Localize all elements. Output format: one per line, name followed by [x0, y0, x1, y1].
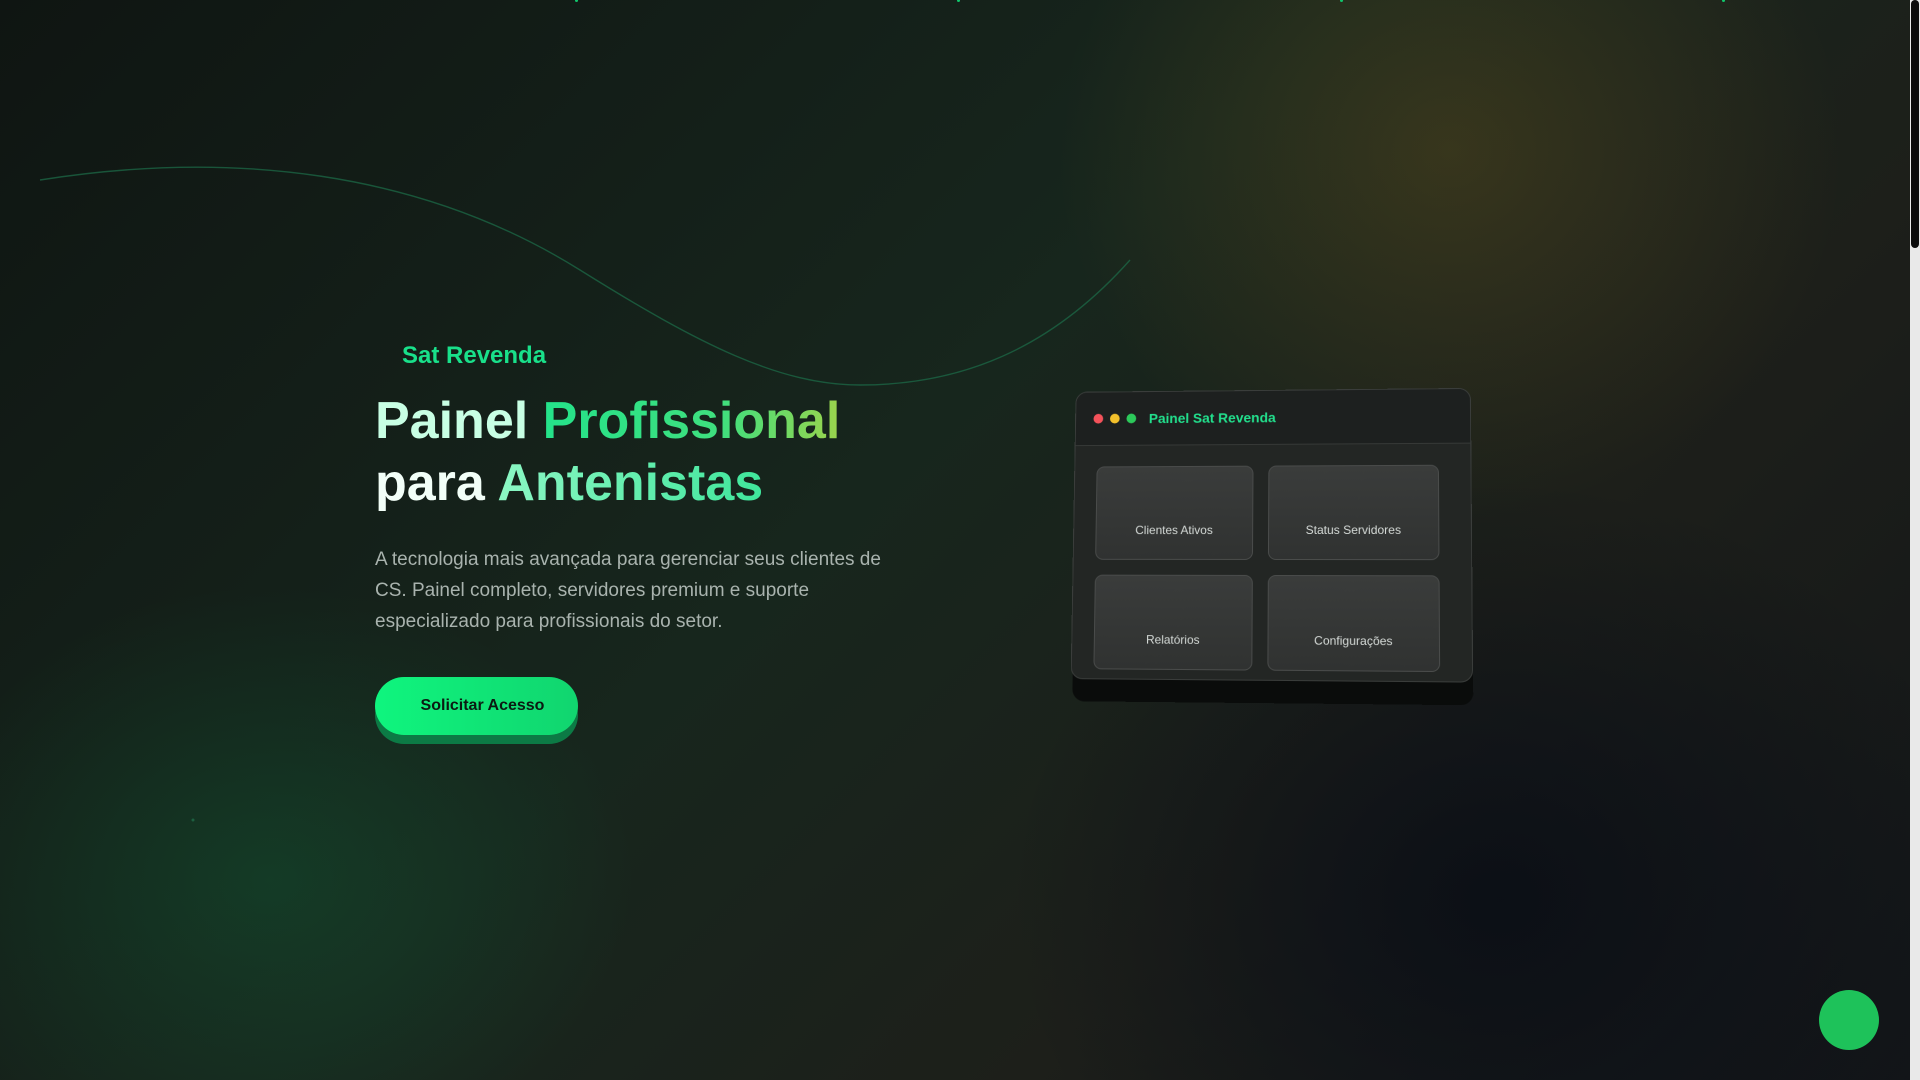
card-relatorios[interactable]: Relatórios [1093, 574, 1253, 671]
landing-page: Sat Revenda Painel Profissional para Ant… [0, 0, 1920, 1080]
dashboard-preview-window: Painel Sat Revenda Clientes Ativos Statu… [1070, 387, 1474, 683]
window-minimize-dot [1109, 413, 1120, 424]
hero-description: A tecnologia mais avançada para gerencia… [375, 549, 881, 632]
decorative-curve [39, 166, 1131, 822]
page-scrollbar[interactable] [1910, 0, 1920, 1080]
card-configuracoes[interactable]: Configurações [1267, 574, 1441, 673]
dashboard-card-grid: Clientes Ativos Status Servidores Relató… [1093, 464, 1457, 673]
dashboard-preview-title: Painel Sat Revenda [1148, 409, 1276, 427]
headline-word-painel: Painel [375, 392, 543, 450]
card-clientes-ativos[interactable]: Clientes Ativos [1095, 465, 1254, 560]
top-decoration [0, 0, 1920, 4]
headline-word-antenistas: Antenistas [497, 454, 764, 512]
scrollbar-thumb[interactable] [1911, 0, 1919, 248]
dashboard-preview: Painel Sat Revenda Clientes Ativos Statu… [1070, 387, 1474, 706]
headline-word-profissional: Profissional [542, 392, 841, 450]
hero-section: Sat Revenda Painel Profissional para Ant… [375, 336, 935, 735]
request-access-button[interactable]: Solicitar Acesso [375, 677, 578, 735]
window-close-dot [1093, 413, 1104, 424]
dashboard-preview-header: Painel Sat Revenda [1075, 388, 1471, 447]
window-maximize-dot [1126, 413, 1137, 424]
headline-word-para: para [375, 454, 498, 512]
hero-headline: Painel Profissional para Antenistas [375, 390, 935, 514]
request-access-label: Solicitar Acesso [420, 697, 545, 714]
card-status-servidores[interactable]: Status Servidores [1267, 464, 1440, 561]
floating-chat-button[interactable] [1819, 990, 1879, 1050]
brand-name: Sat Revenda [402, 342, 547, 369]
